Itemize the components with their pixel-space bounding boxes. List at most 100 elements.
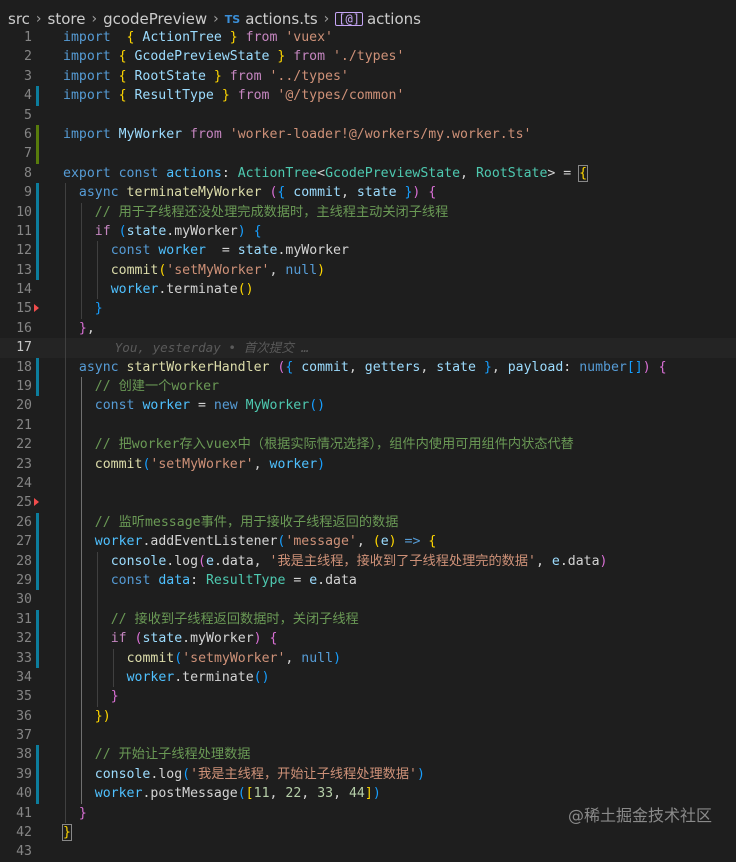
line-number: 40 [16,786,32,802]
code-line[interactable]: 9 async terminateMyWorker ({ commit, stat… [0,183,736,203]
breadcrumb-file[interactable]: actions.ts [245,10,317,28]
indent-guide [96,648,98,668]
modified-lines-marker[interactable] [36,784,39,804]
code-text: import { ActionTree } from 'vuex' [63,28,333,47]
code-token: '@/types/common' [277,88,405,104]
code-line[interactable]: 11 if (state.myWorker) { [0,221,736,242]
code-line[interactable]: 34 worker.terminate() [0,667,736,688]
modified-lines-marker[interactable] [36,512,39,533]
git-blame-annotation: You, yesterday • 首次提交 … [114,340,310,356]
code-line[interactable]: 27 worker.addEventListener('message', (e)… [0,532,736,552]
code-line[interactable]: 18 async startWorkerHandler ({ commit, ge… [0,357,736,378]
code-token: , [356,534,373,550]
code-editor[interactable]: 1 import { ActionTree } from 'vuex' 2 impor… [0,28,736,862]
code-line[interactable]: 8 export const actions: ActionTree<GcodeP… [0,164,736,183]
indent-guide [96,260,98,281]
code-line[interactable]: 1 import { ActionTree } from 'vuex' [0,28,736,47]
code-token: .data [213,553,254,569]
code-line[interactable]: 32 if (state.myWorker) { [0,629,736,649]
code-line[interactable]: 36}) [0,706,736,727]
indent-guide [80,726,82,746]
added-lines-marker[interactable] [36,124,39,145]
modified-lines-marker[interactable] [36,241,39,261]
code-token: ActionTree [134,30,230,45]
modified-lines-marker[interactable] [36,629,39,649]
code-line[interactable]: 40 worker.postMessage([11, 22, 33, 44]) [0,784,736,804]
modified-lines-marker[interactable] [36,377,39,397]
modified-lines-marker[interactable] [36,609,39,630]
modified-lines-marker[interactable] [36,183,39,203]
code-line[interactable]: 2 import { GcodePreviewState } from './ty… [0,47,736,66]
modified-lines-marker[interactable] [36,202,39,222]
code-token: = [285,572,310,588]
indent-guide [80,473,82,494]
line-number: 14 [16,282,32,298]
modified-lines-marker[interactable] [36,764,39,785]
code-line[interactable]: 33 commit('setmyWorker', null) [0,648,736,668]
code-line[interactable]: 29 const data: ResultType = e.data [0,570,736,591]
code-text: export const actions: ActionTree<GcodePr… [63,164,589,183]
code-text: worker.terminate() [111,280,254,299]
modified-lines-marker[interactable] [36,570,39,591]
code-token: MyWorker [110,126,183,142]
code-token: ( [110,223,127,239]
code-text: if (state.myWorker) { [95,222,262,241]
line-number: 5 [24,107,32,123]
deleted-lines-marker[interactable] [34,498,39,507]
code-line[interactable]: 7 [0,144,736,164]
code-line[interactable]: 16}, [0,318,736,339]
code-line[interactable]: 15} [0,299,736,319]
code-line[interactable]: 6 import MyWorker from 'worker-loader!@/w… [0,124,736,145]
code-line[interactable]: 24 [0,473,736,494]
breadcrumb-src[interactable]: src [8,10,30,28]
code-line[interactable]: 21 [0,415,736,436]
code-token: , [269,786,286,802]
code-line[interactable]: 28 console.log(e.data, '我是主线程，接收到了子线程处理完的… [0,551,736,571]
code-line[interactable]: 30 [0,590,736,610]
code-line[interactable]: 19 // 创建一个worker [0,377,736,397]
code-line[interactable]: 38 // 开始让子线程处理数据 [0,745,736,765]
code-line[interactable]: 39 console.log('我是主线程，开始让子线程处理数据') [0,764,736,785]
code-token: RootState [126,68,214,84]
modified-lines-marker[interactable] [36,86,39,106]
modified-lines-marker[interactable] [36,357,39,378]
modified-lines-marker[interactable] [36,532,39,552]
code-token: .myWorker [166,223,238,239]
code-token: > = [547,165,580,181]
code-line[interactable]: 12 const worker = state.myWorker [0,241,736,261]
modified-lines-marker[interactable] [36,221,39,242]
code-line[interactable]: 4 import { ResultType } from '@/types/com… [0,86,736,106]
breadcrumb-symbol[interactable]: actions [367,10,421,28]
code-line[interactable]: 43 [0,842,736,861]
added-lines-marker[interactable] [36,144,39,164]
code-line[interactable]: 23 commit('setMyWorker', worker) [0,454,736,474]
code-line[interactable]: 35} [0,687,736,707]
indent-guide [80,221,82,242]
code-line[interactable]: 26 // 监听message事件，用于接收子线程返回的数据 [0,512,736,533]
code-token: 11 [253,786,270,802]
code-line[interactable]: 3 import { RootState } from '../types' [0,67,736,86]
code-token: { [650,359,667,375]
code-line[interactable]: 5 [0,106,736,125]
modified-lines-marker[interactable] [36,745,39,765]
code-line[interactable]: 31 // 接收到子线程返回数据时，关闭子线程 [0,609,736,630]
modified-lines-marker[interactable] [36,648,39,668]
indent-guide [80,784,82,804]
line-number: 6 [24,126,32,142]
breadcrumb-folder[interactable]: gcodePreview [103,10,207,28]
code-token: e [205,553,214,569]
breadcrumb-store[interactable]: store [48,10,86,28]
code-line[interactable]: 25 [0,493,736,513]
modified-lines-marker[interactable] [36,551,39,571]
modified-lines-marker[interactable] [36,260,39,281]
indent-guide [65,687,66,707]
code-line[interactable]: 37 [0,726,736,746]
code-line[interactable]: 20 const worker = new MyWorker() [0,396,736,416]
code-line[interactable]: 14 worker.terminate() [0,280,736,300]
code-token: }) [94,708,111,724]
code-line[interactable]: 17 You, yesterday • 首次提交 … [0,338,736,358]
code-line[interactable]: 22 // 把worker存入vuex中（根据实际情况选择），组件内使用可用组件内… [0,435,736,455]
code-line[interactable]: 13 commit('setMyWorker', null) [0,260,736,281]
code-line[interactable]: 10 // 用于子线程还没处理完成数据时，主线程主动关闭子线程 [0,202,736,222]
deleted-lines-marker[interactable] [34,304,39,313]
